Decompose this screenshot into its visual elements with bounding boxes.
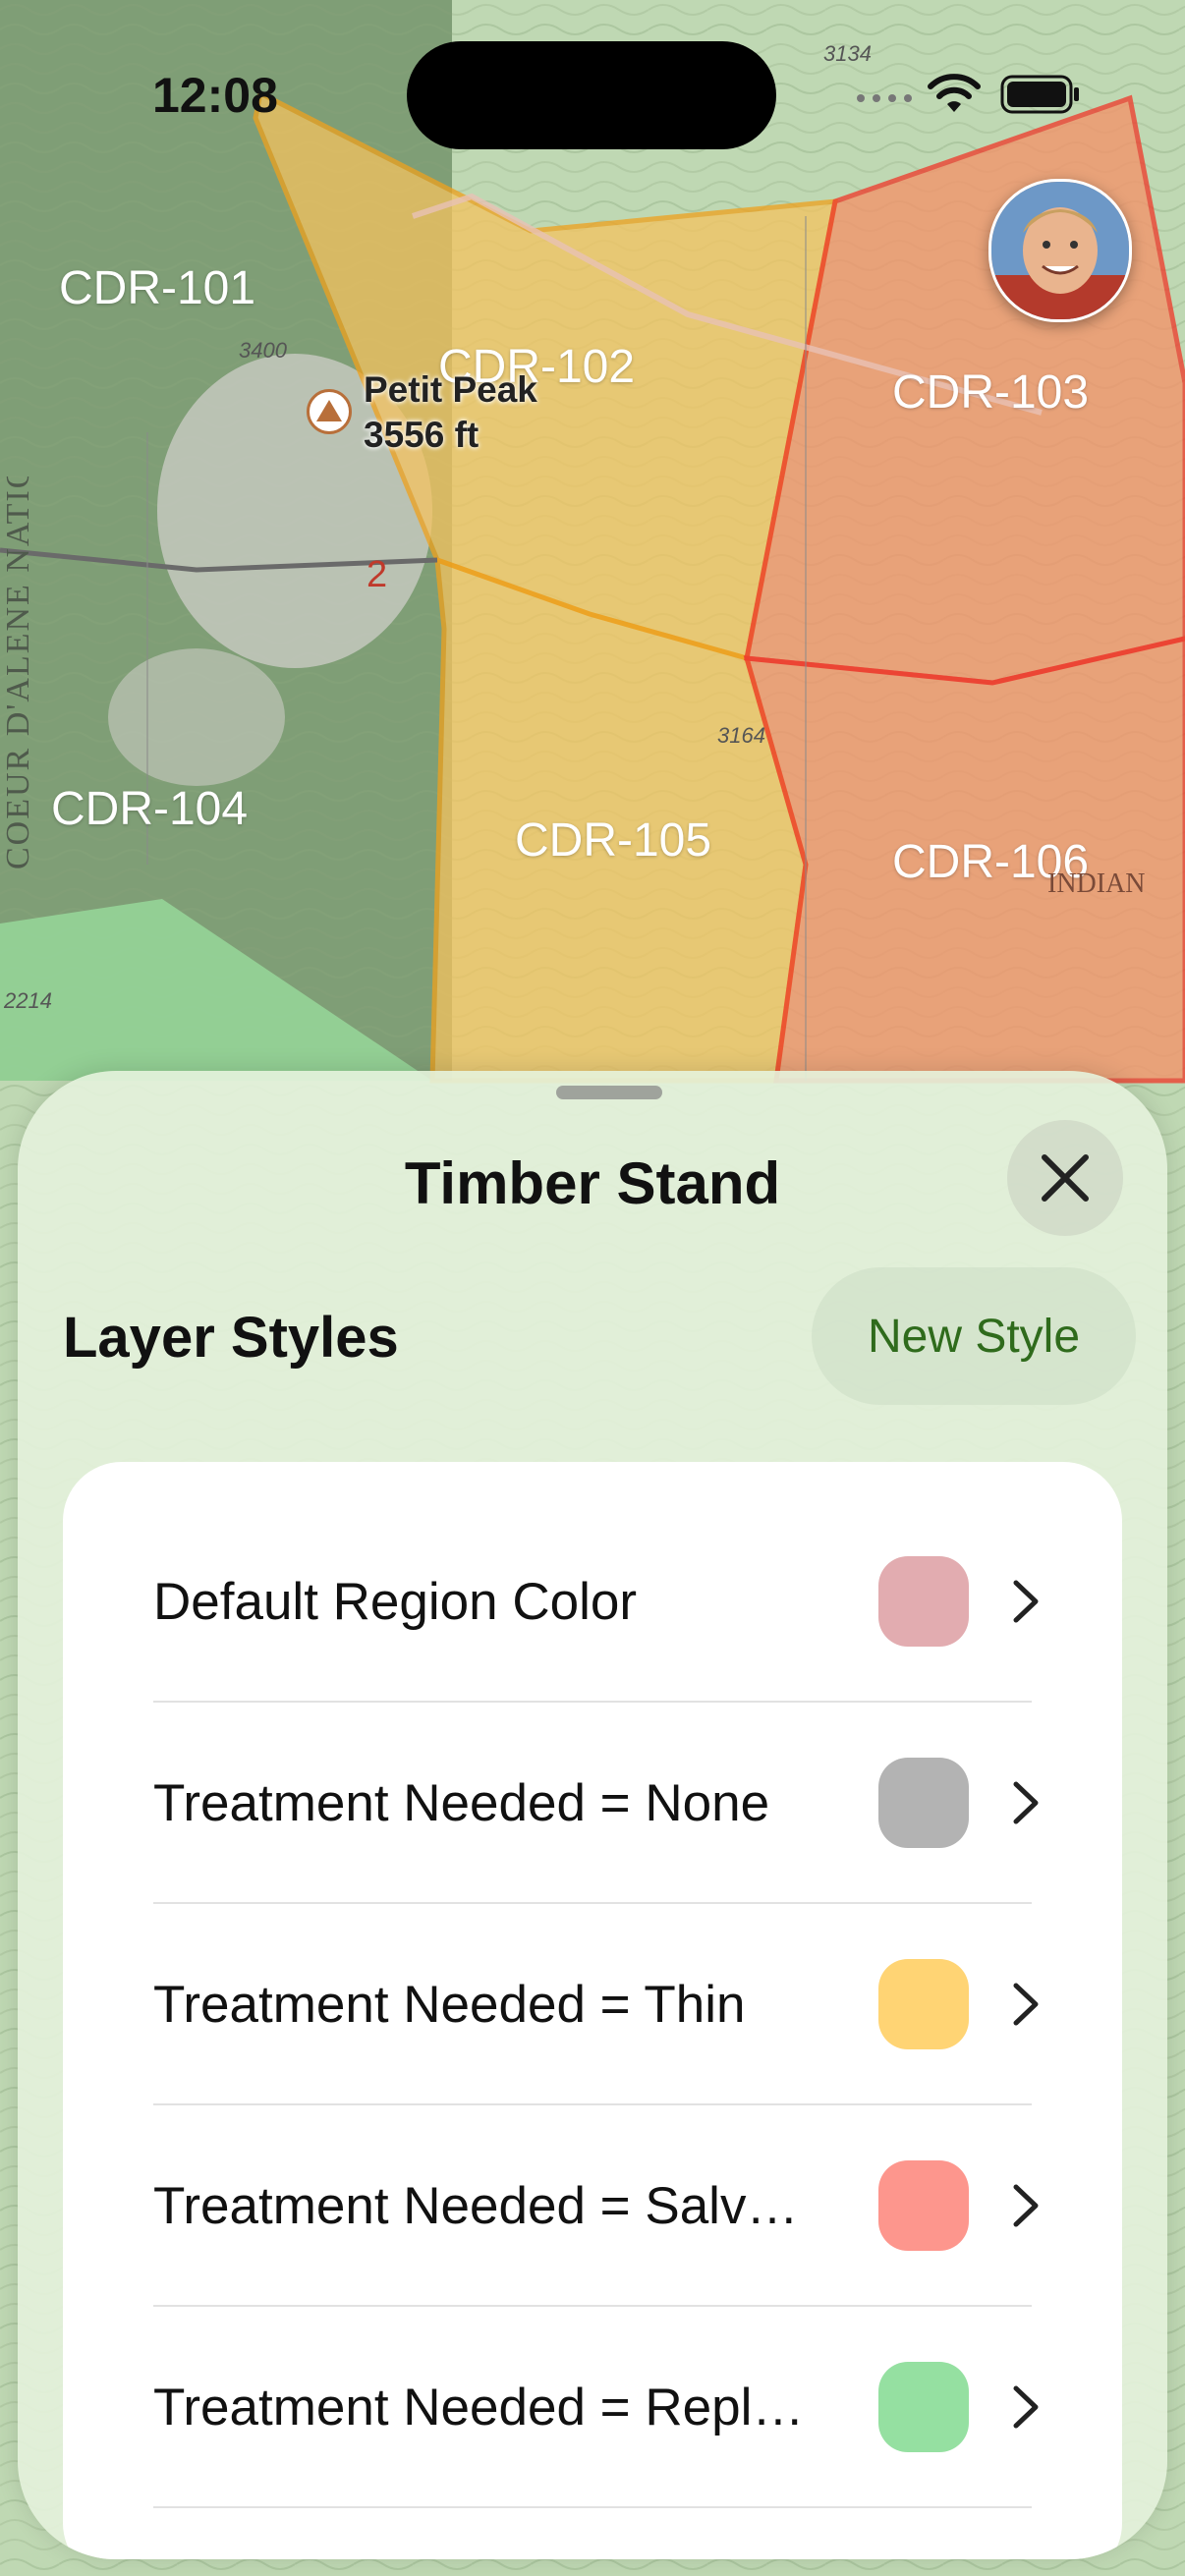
contour-label: 3400 (239, 338, 287, 363)
region-label-cdr-101: CDR-101 (59, 262, 256, 314)
peak-name: Petit Peak (364, 369, 537, 410)
region-label-cdr-105: CDR-105 (515, 814, 712, 867)
avatar-image (991, 182, 1129, 319)
style-row-none[interactable]: Treatment Needed = None (63, 1703, 1122, 1904)
style-row-label: Treatment Needed = Thin (153, 1976, 746, 2034)
close-button[interactable] (1007, 1120, 1123, 1236)
contour-label: 3164 (717, 723, 765, 748)
area-label: INDIAN (1047, 868, 1146, 899)
profile-avatar[interactable] (988, 179, 1132, 322)
chevron-right-icon (1013, 1580, 1039, 1623)
peak-elevation: 3556 ft (364, 415, 480, 455)
chevron-right-icon (1013, 2385, 1039, 2429)
color-swatch (878, 2160, 969, 2251)
route-number: 2 (367, 554, 388, 595)
color-swatch (878, 1758, 969, 1848)
color-swatch (878, 2362, 969, 2452)
style-row-label: Default Region Color (153, 1573, 637, 1631)
row-divider (153, 2506, 1032, 2508)
style-row-label: Treatment Needed = Salv… (153, 2177, 799, 2235)
dynamic-island (407, 41, 776, 149)
status-bar: 12:08 (0, 0, 1185, 187)
chevron-right-icon (1013, 1781, 1039, 1824)
style-row-thin[interactable]: Treatment Needed = Thin (63, 1904, 1122, 2105)
timber-stand-sheet: Timber Stand Layer Styles New Style Defa… (18, 1071, 1167, 2559)
close-icon (1042, 1154, 1089, 1202)
wifi-icon (928, 74, 981, 112)
signal-dots-icon (857, 94, 912, 102)
mountain-peak-icon[interactable] (307, 389, 352, 434)
color-swatch (878, 1556, 969, 1647)
new-style-button[interactable]: New Style (812, 1267, 1136, 1405)
style-row-replant[interactable]: Treatment Needed = Repl… (63, 2307, 1122, 2508)
style-row-label: Treatment Needed = None (153, 1774, 770, 1832)
sheet-title: Timber Stand (404, 1150, 781, 1216)
style-row-default[interactable]: Default Region Color (63, 1501, 1122, 1703)
sheet-grabber[interactable] (556, 1086, 662, 1099)
section-title: Layer Styles (63, 1306, 399, 1370)
forest-label: COEUR D'ALENE NATIONAL FOREST (0, 476, 36, 869)
color-swatch (878, 1959, 969, 2049)
region-label-cdr-104: CDR-104 (51, 783, 249, 835)
chevron-right-icon (1013, 2184, 1039, 2227)
chevron-right-icon (1013, 1983, 1039, 2026)
battery-icon (1000, 75, 1079, 114)
style-row-label: Treatment Needed = Repl… (153, 2379, 805, 2436)
status-time: 12:08 (152, 68, 278, 123)
region-label-cdr-103: CDR-103 (892, 366, 1090, 419)
style-row-salvage[interactable]: Treatment Needed = Salv… (63, 2105, 1122, 2307)
layer-styles-list: Default Region Color Treatment Needed = … (63, 1462, 1122, 2559)
contour-label: 2214 (4, 988, 52, 1013)
peak-label[interactable]: Petit Peak 3556 ft (364, 367, 537, 458)
